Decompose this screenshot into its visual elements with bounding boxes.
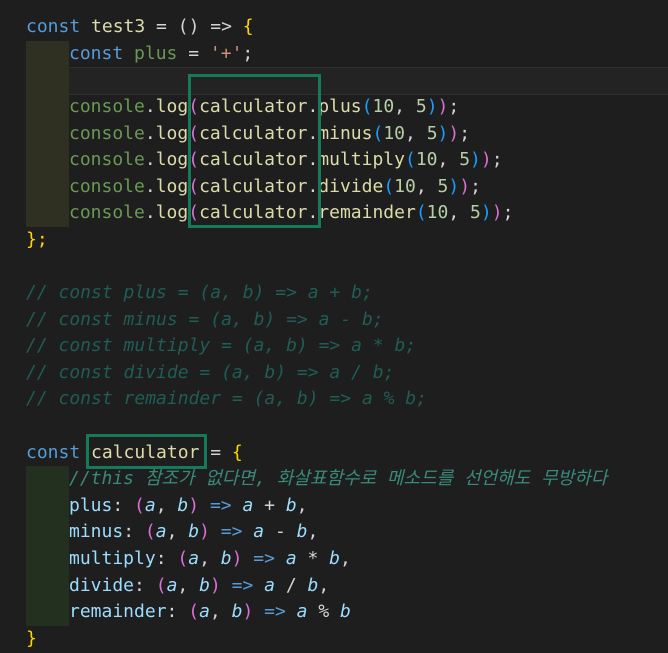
comment-line-4: // const divide = (a, b) => a / b; xyxy=(26,362,395,383)
comment-korean: //this 참조가 없다면, 화살표함수로 메소드를 선언해도 무방하다 xyxy=(69,468,608,489)
indent-guide xyxy=(26,67,69,227)
code-line-1: const test3 = () => { xyxy=(26,16,254,37)
highlight-box-calculator-declaration xyxy=(86,434,207,469)
method-plus: plus: (a, b) => a + b, xyxy=(69,495,308,516)
code-line-9: }; xyxy=(26,229,48,250)
comment-line-5: // const remainder = (a, b) => a % b; xyxy=(26,388,427,409)
method-multiply: multiply: (a, b) => a * b, xyxy=(69,548,351,569)
indent-guide xyxy=(26,41,69,67)
highlight-box-calculator-calls xyxy=(188,74,321,228)
method-divide: divide: (a, b) => a / b, xyxy=(69,575,330,596)
method-remainder: remainder: (a, b) => a % b xyxy=(69,601,351,622)
indent-guide xyxy=(26,466,69,626)
code-line-2: const plus = '+'; xyxy=(69,43,254,64)
comment-line-1: // const plus = (a, b) => a + b; xyxy=(26,282,373,303)
comment-line-2: // const minus = (a, b) => a - b; xyxy=(26,309,384,330)
code-editor[interactable]: const test3 = () => { const plus = '+'; … xyxy=(0,0,668,649)
comment-line-3: // const multiply = (a, b) => a * b; xyxy=(26,335,417,356)
code-line-23: } xyxy=(26,628,37,649)
method-minus: minus: (a, b) => a - b, xyxy=(69,521,319,542)
current-line-highlight xyxy=(26,67,668,95)
